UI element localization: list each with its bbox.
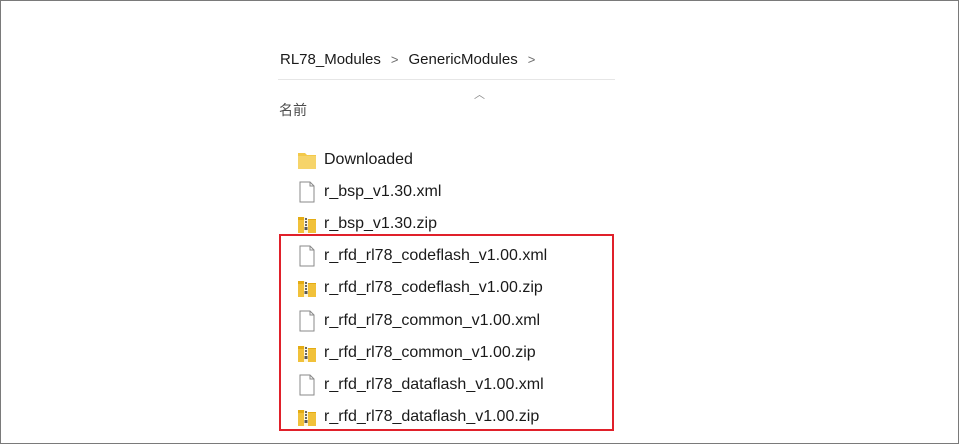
file-name: r_bsp_v1.30.zip	[324, 215, 437, 233]
breadcrumb-item-rl78-modules[interactable]: RL78_Modules	[280, 51, 385, 68]
breadcrumb-divider	[278, 79, 615, 80]
zip-archive-icon	[297, 213, 317, 235]
chevron-right-icon[interactable]: >	[385, 52, 405, 67]
document-icon	[297, 181, 317, 203]
highlight-box	[279, 234, 614, 431]
chevron-right-icon[interactable]: >	[522, 52, 542, 67]
breadcrumb-item-generic-modules[interactable]: GenericModules	[405, 51, 522, 68]
column-header-name[interactable]: 名前	[279, 100, 307, 120]
sort-ascending-icon: ︿	[474, 89, 485, 101]
file-name: Downloaded	[324, 151, 413, 169]
breadcrumb: RL78_Modules > GenericModules >	[280, 47, 541, 71]
folder-icon	[297, 149, 317, 171]
file-name: r_bsp_v1.30.xml	[324, 183, 442, 201]
file-row[interactable]: Downloaded	[297, 144, 627, 176]
file-row[interactable]: r_bsp_v1.30.xml	[297, 176, 627, 208]
